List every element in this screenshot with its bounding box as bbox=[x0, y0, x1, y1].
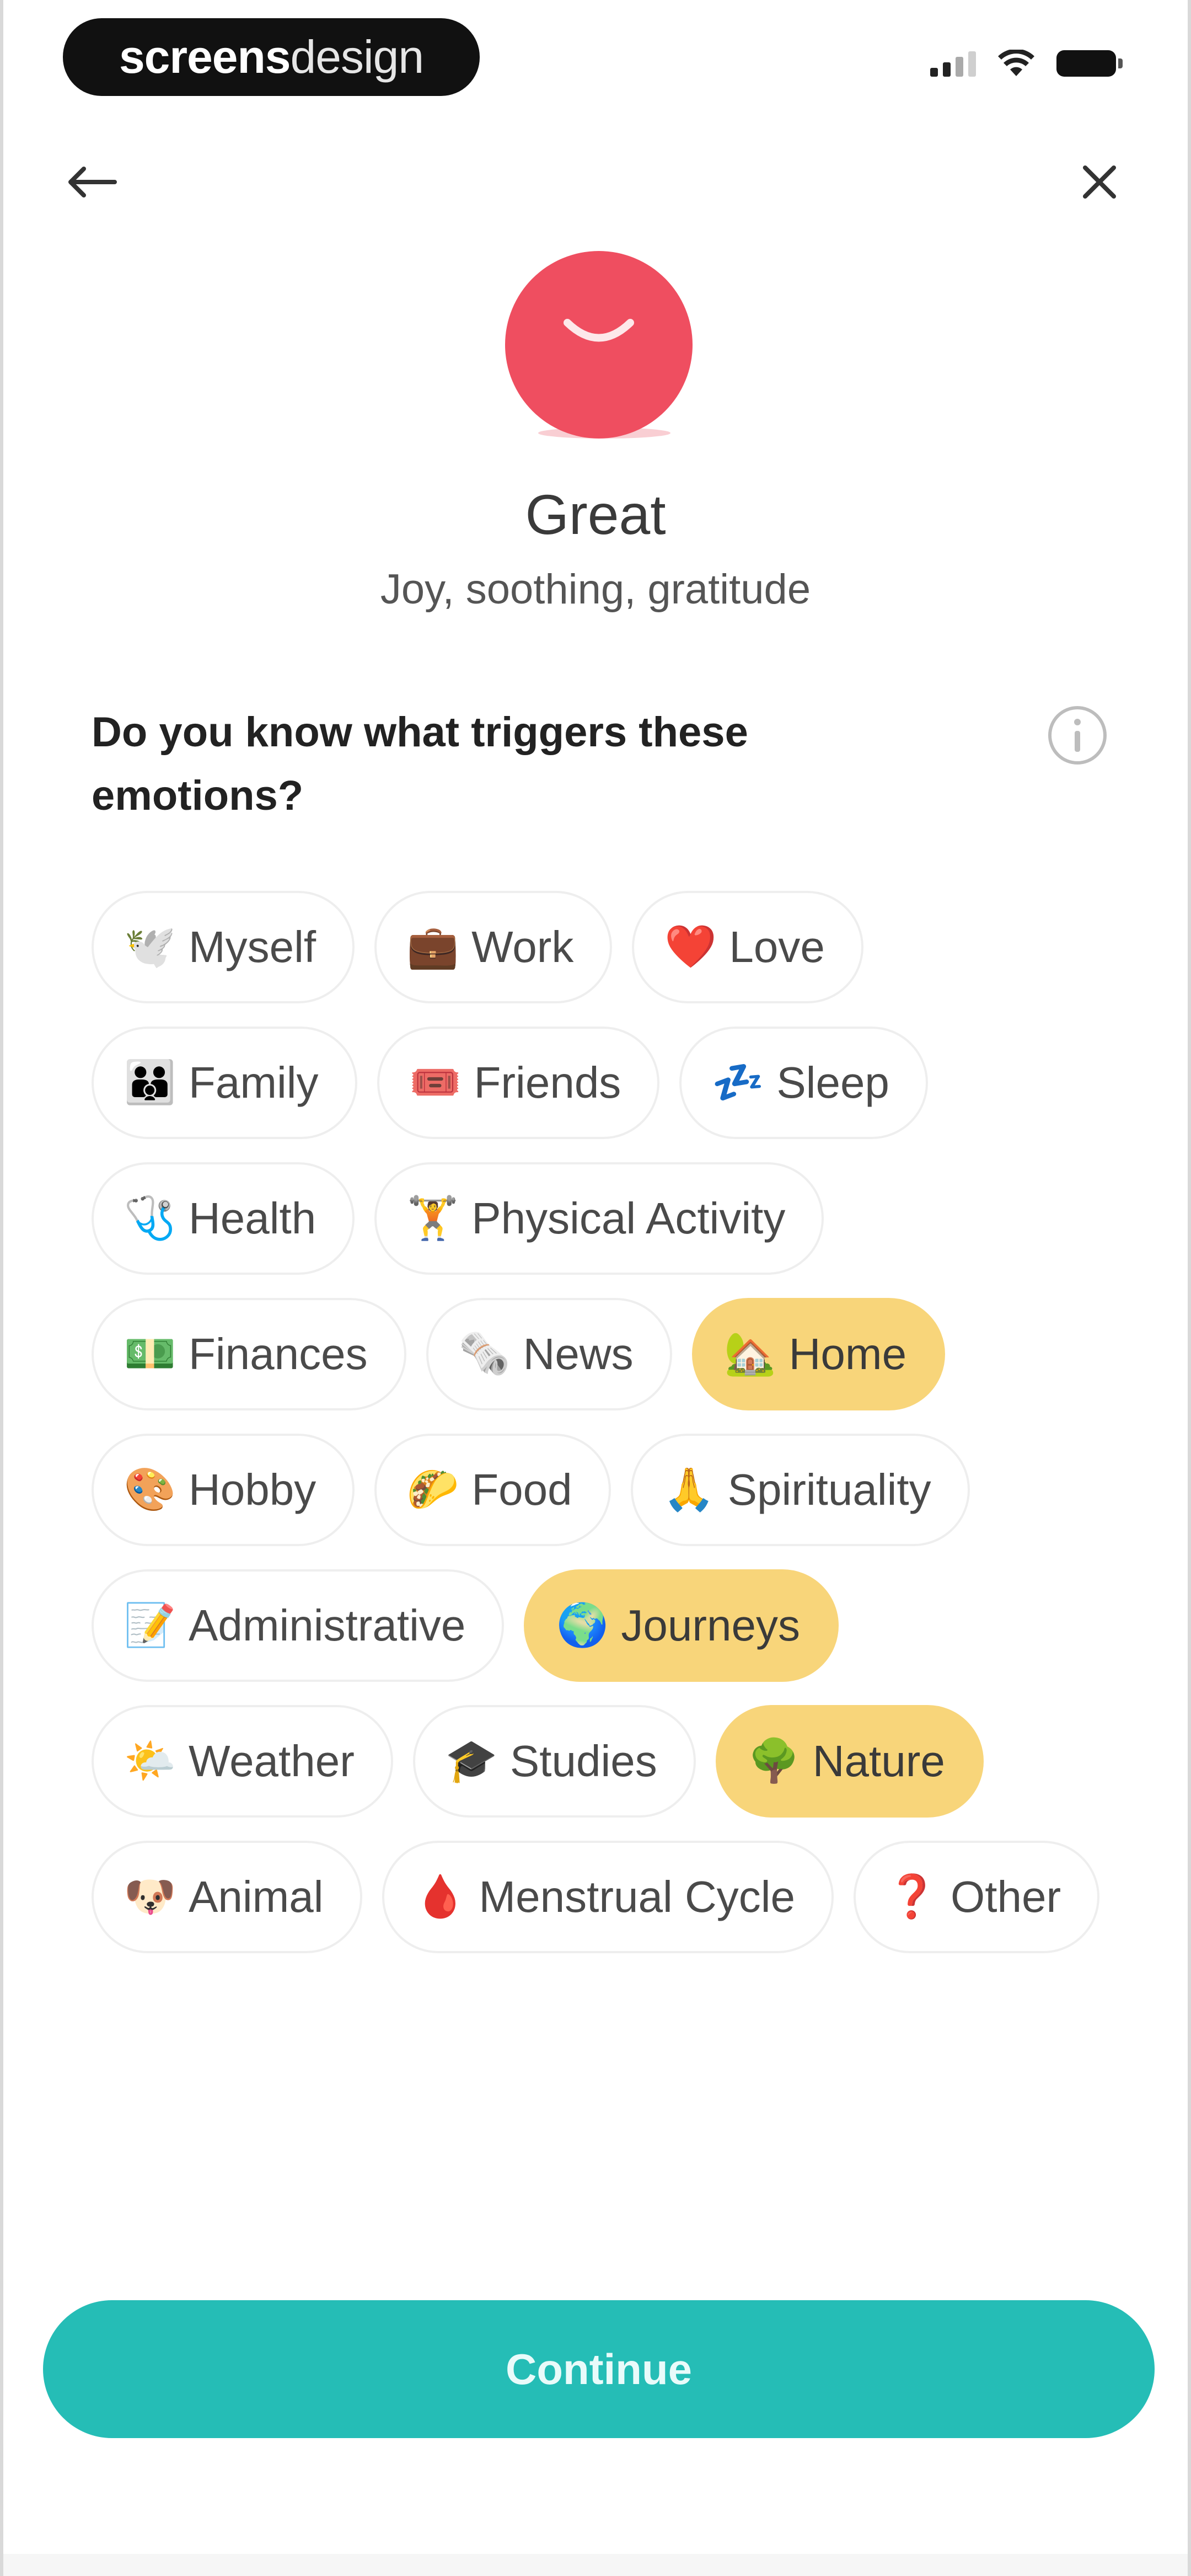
trigger-chip-home[interactable]: 🏡 Home bbox=[691, 1298, 946, 1410]
love-icon: ❤️ bbox=[664, 923, 717, 970]
trigger-chip-work[interactable]: 💼 Work bbox=[374, 891, 613, 1003]
cellular-signal-icon bbox=[930, 50, 976, 77]
trigger-chip-news[interactable]: 🗞️ News bbox=[426, 1298, 672, 1410]
trigger-chip-nature[interactable]: 🌳 Nature bbox=[715, 1705, 984, 1818]
friends-icon: 🎟️ bbox=[409, 1059, 462, 1106]
trigger-chip-menstrual-cycle[interactable]: 🩸 Menstrual Cycle bbox=[382, 1841, 834, 1953]
weather-icon: 🌤️ bbox=[124, 1738, 176, 1784]
trigger-chip-label: Health bbox=[189, 1194, 316, 1243]
trigger-chip-animal[interactable]: 🐶 Animal bbox=[92, 1841, 362, 1953]
home-icon: 🏡 bbox=[724, 1330, 776, 1377]
trigger-chip-label: Journeys bbox=[621, 1601, 800, 1650]
trigger-chip-label: Work bbox=[471, 922, 574, 971]
trigger-chip-label: Love bbox=[729, 922, 825, 971]
trigger-chip-label: Spirituality bbox=[727, 1465, 931, 1514]
trigger-chip-label: Friends bbox=[474, 1058, 621, 1107]
trigger-chip-label: Finances bbox=[189, 1329, 368, 1378]
mood-subtitle: Joy, soothing, gratitude bbox=[380, 566, 811, 613]
food-icon: 🌮 bbox=[406, 1466, 459, 1513]
work-icon: 💼 bbox=[406, 923, 459, 970]
nature-icon: 🌳 bbox=[748, 1738, 801, 1784]
family-icon: 👪 bbox=[124, 1059, 176, 1106]
trigger-chip-label: Physical Activity bbox=[471, 1194, 786, 1243]
journeys-icon: 🌍 bbox=[556, 1602, 609, 1649]
trigger-chip-label: Family bbox=[189, 1058, 319, 1107]
trigger-chip-label: Hobby bbox=[189, 1465, 316, 1514]
administrative-icon: 📝 bbox=[124, 1602, 176, 1649]
status-icons bbox=[930, 50, 1123, 77]
smiling-face-icon bbox=[505, 251, 693, 439]
trigger-chip-other[interactable]: ❓ Other bbox=[854, 1841, 1100, 1953]
trigger-chip-studies[interactable]: 🎓 Studies bbox=[412, 1705, 696, 1818]
trigger-chip-myself[interactable]: 🕊️ Myself bbox=[92, 891, 355, 1003]
watermark-bold: screens bbox=[119, 31, 291, 83]
trigger-chip-label: News bbox=[523, 1329, 634, 1378]
trigger-chip-label: Food bbox=[471, 1465, 572, 1514]
health-icon: 🩺 bbox=[124, 1195, 176, 1242]
arrow-left-icon bbox=[68, 167, 117, 197]
trigger-chip-hobby[interactable]: 🎨 Hobby bbox=[92, 1434, 355, 1546]
trigger-chip-love[interactable]: ❤️ Love bbox=[632, 891, 863, 1003]
wifi-icon bbox=[998, 50, 1034, 76]
screensdesign-watermark: screens design bbox=[63, 18, 480, 96]
battery-icon bbox=[1056, 50, 1123, 77]
trigger-chip-physical-activity[interactable]: 🏋️ Physical Activity bbox=[374, 1162, 824, 1275]
bottom-edge bbox=[3, 2554, 1188, 2576]
continue-button[interactable]: Continue bbox=[43, 2300, 1155, 2438]
trigger-chip-journeys[interactable]: 🌍 Journeys bbox=[524, 1569, 839, 1682]
trigger-chip-label: Studies bbox=[509, 1736, 657, 1786]
trigger-chip-label: Other bbox=[951, 1872, 1061, 1921]
trigger-chip-label: Menstrual Cycle bbox=[479, 1872, 796, 1921]
trigger-chip-finances[interactable]: 💵 Finances bbox=[92, 1298, 406, 1410]
close-button[interactable] bbox=[1066, 149, 1133, 215]
physical-activity-icon: 🏋️ bbox=[406, 1195, 459, 1242]
spirituality-icon: 🙏 bbox=[663, 1466, 715, 1513]
mood-trigger-screen: screens design Great Joy, soothing, grati… bbox=[0, 0, 1191, 2576]
mood-title: Great bbox=[525, 483, 666, 546]
trigger-chip-friends[interactable]: 🎟️ Friends bbox=[377, 1027, 660, 1139]
other-icon: ❓ bbox=[886, 1873, 938, 1920]
close-icon bbox=[1083, 165, 1116, 199]
trigger-chip-label: Nature bbox=[812, 1736, 945, 1786]
trigger-chip-family[interactable]: 👪 Family bbox=[92, 1027, 357, 1139]
trigger-chip-spirituality[interactable]: 🙏 Spirituality bbox=[630, 1434, 970, 1546]
trigger-chip-list: 🕊️ Myself 💼 Work ❤️ Love 👪 Family 🎟️ Friends 💤 Slee… bbox=[92, 891, 1128, 1953]
myself-icon: 🕊️ bbox=[124, 923, 176, 970]
trigger-chip-sleep[interactable]: 💤 Sleep bbox=[679, 1027, 928, 1139]
trigger-chip-label: Myself bbox=[189, 922, 316, 971]
trigger-chip-label: Home bbox=[788, 1329, 907, 1378]
trigger-chip-food[interactable]: 🌮 Food bbox=[374, 1434, 611, 1546]
info-icon[interactable] bbox=[1045, 703, 1109, 767]
trigger-chip-label: Administrative bbox=[189, 1601, 466, 1650]
hobby-icon: 🎨 bbox=[124, 1466, 176, 1513]
trigger-chip-label: Sleep bbox=[776, 1058, 889, 1107]
news-icon: 🗞️ bbox=[458, 1330, 511, 1377]
sleep-icon: 💤 bbox=[711, 1059, 764, 1106]
trigger-chip-label: Animal bbox=[189, 1872, 324, 1921]
watermark-light: design bbox=[290, 31, 425, 83]
trigger-chip-label: Weather bbox=[189, 1736, 355, 1786]
trigger-chip-weather[interactable]: 🌤️ Weather bbox=[92, 1705, 393, 1818]
finances-icon: 💵 bbox=[124, 1330, 176, 1377]
animal-icon: 🐶 bbox=[124, 1873, 176, 1920]
menstrual-cycle-icon: 🩸 bbox=[414, 1873, 466, 1920]
trigger-chip-health[interactable]: 🩺 Health bbox=[92, 1162, 355, 1275]
back-button[interactable] bbox=[58, 149, 125, 215]
studies-icon: 🎓 bbox=[445, 1738, 498, 1784]
trigger-question: Do you know what triggers these emotions… bbox=[92, 709, 748, 819]
trigger-chip-administrative[interactable]: 📝 Administrative bbox=[92, 1569, 505, 1682]
